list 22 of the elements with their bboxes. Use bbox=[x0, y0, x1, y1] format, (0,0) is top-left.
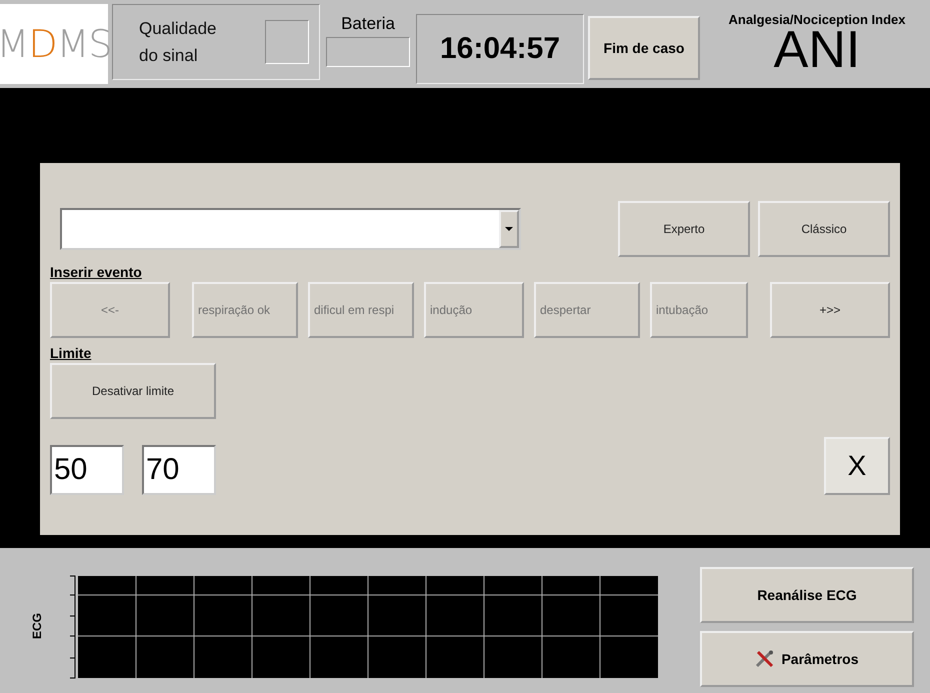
mode-button[interactable]: Experto bbox=[618, 201, 750, 257]
caret-icon bbox=[505, 227, 513, 231]
event-dropdown[interactable] bbox=[60, 208, 521, 250]
signal-quality-label: Qualidade do sinal bbox=[139, 18, 217, 67]
signal-quality-indicator bbox=[265, 20, 309, 64]
high-limit-field[interactable]: 70 bbox=[142, 445, 216, 495]
insert-event-heading: Inserir evento bbox=[50, 264, 143, 280]
event-button[interactable]: +>> bbox=[770, 282, 890, 338]
ecg-label: ECG bbox=[30, 613, 44, 640]
side-button[interactable]: Parâmetros bbox=[700, 630, 914, 686]
battery-label: Bateria bbox=[341, 14, 395, 34]
index-name: ANI bbox=[774, 27, 860, 73]
low-limit-field[interactable]: 50 bbox=[50, 445, 124, 495]
tools-icon bbox=[755, 650, 776, 668]
limit-heading: Limite bbox=[50, 345, 92, 361]
mode-button[interactable]: Clássico bbox=[758, 201, 890, 257]
clock: 16:04:57 bbox=[416, 14, 584, 84]
close-button[interactable]: X bbox=[824, 437, 890, 495]
index-subtitle: Analgesia/Nociception Index bbox=[728, 12, 906, 27]
end-case-button[interactable]: Fim de caso bbox=[588, 16, 700, 80]
disable-limit-button[interactable]: Desativar limite bbox=[50, 363, 216, 419]
side-button[interactable]: Reanálise ECG bbox=[700, 566, 914, 622]
